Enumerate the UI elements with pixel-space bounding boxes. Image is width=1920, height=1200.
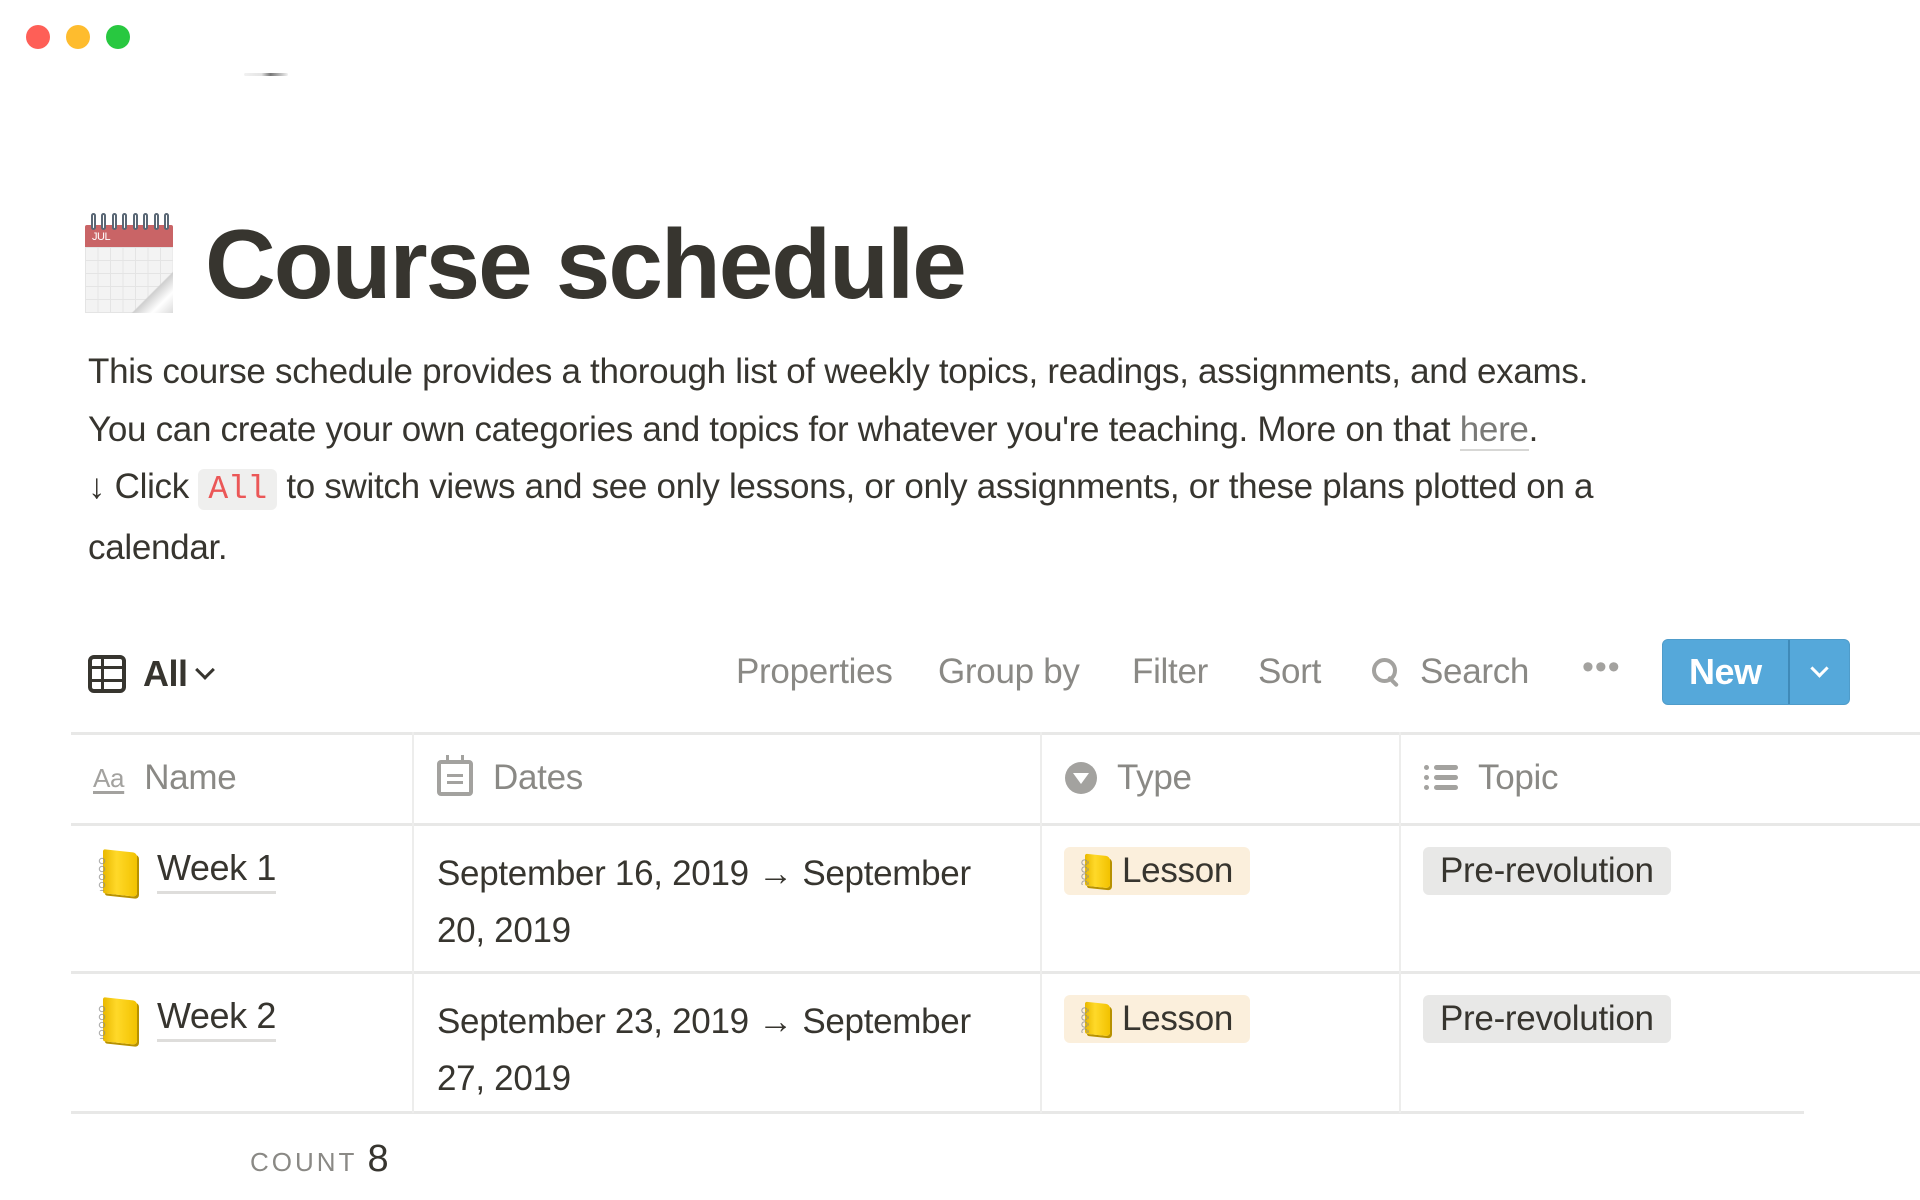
date-range-line: 27, 2019	[437, 1059, 571, 1098]
description-line-3-prefix: ↓ Click	[88, 467, 199, 506]
cell-dates[interactable]: September 16, 2019 → September 20, 2019	[437, 845, 1077, 959]
window-close-button[interactable]	[26, 25, 50, 49]
calendar-icon-rings	[91, 213, 169, 231]
cell-name: Week 2	[97, 995, 276, 1045]
inline-code-all: All	[198, 469, 277, 510]
select-property-icon	[1065, 761, 1097, 794]
search-button[interactable]: Search	[1372, 652, 1529, 692]
column-header-type[interactable]: Type	[1065, 732, 1192, 823]
here-link[interactable]: here	[1459, 409, 1529, 451]
cell-name: Week 1	[97, 847, 276, 897]
view-switcher[interactable]: All	[88, 653, 215, 694]
table-bottom-border	[71, 1111, 1804, 1114]
search-icon	[1372, 658, 1400, 686]
description-line-1: This course schedule provides a thorough…	[88, 352, 1589, 391]
filter-button[interactable]: Filter	[1132, 652, 1208, 692]
search-label: Search	[1420, 652, 1530, 691]
calendar-property-icon	[437, 754, 473, 796]
column-header-label: Name	[144, 757, 237, 797]
window-minimize-button[interactable]	[66, 25, 90, 49]
chevron-down-icon	[194, 660, 215, 680]
description-line-3-suffix: to switch views and see only lessons, or…	[276, 467, 1594, 506]
notebook-icon	[1080, 853, 1110, 889]
notebook-icon	[97, 849, 137, 897]
chevron-down-icon	[1810, 658, 1829, 678]
window-zoom-button[interactable]	[106, 25, 130, 49]
calendar-icon[interactable]: JUL	[85, 213, 173, 313]
date-range-line: September 23, 2019 → September	[437, 1002, 971, 1041]
topic-tag: Pre-revolution	[1423, 847, 1671, 895]
description-line-2-text: You can create your own categories and t…	[88, 409, 1460, 449]
date-range-line: 20, 2019	[437, 911, 571, 950]
topic-tag: Pre-revolution	[1423, 995, 1671, 1043]
sort-button[interactable]: Sort	[1258, 652, 1321, 692]
row-title-link[interactable]: Week 1	[157, 847, 276, 894]
page-cover-edge	[244, 73, 288, 76]
cell-type[interactable]: Lesson	[1064, 995, 1251, 1046]
column-header-label: Topic	[1478, 757, 1559, 797]
description-line-2-suffix: .	[1528, 409, 1539, 449]
type-tag-label: Lesson	[1122, 999, 1234, 1038]
view-label: All	[143, 653, 188, 694]
group-by-button[interactable]: Group by	[938, 652, 1080, 692]
description-line-3: ↓ Click All to switch views and see only…	[88, 458, 1788, 519]
cell-topic[interactable]: Pre-revolution	[1423, 995, 1671, 1043]
column-header-topic[interactable]: Topic	[1424, 732, 1559, 823]
new-button-group: New	[1662, 639, 1850, 705]
description-line-2: You can create your own categories and t…	[88, 401, 1788, 459]
column-header-label: Dates	[493, 757, 583, 797]
count-label: COUNT	[250, 1147, 358, 1177]
text-property-icon: Aa	[93, 762, 125, 793]
new-button[interactable]: New	[1663, 640, 1788, 704]
page-description: This course schedule provides a thorough…	[88, 343, 1788, 576]
database-toolbar: All Properties Group by Filter Sort Sear…	[88, 638, 1850, 706]
calendar-icon-curl	[131, 271, 173, 313]
date-range-line: September 16, 2019 → September	[437, 854, 971, 893]
description-line-4: calendar.	[88, 527, 228, 567]
table-count[interactable]: COUNT 8	[250, 1138, 389, 1181]
type-tag: Lesson	[1064, 995, 1251, 1043]
column-header-label: Type	[1117, 757, 1192, 797]
table-row[interactable]: Week 2 September 23, 2019 → September 27…	[71, 973, 1920, 1111]
cell-dates[interactable]: September 23, 2019 → September 27, 2019	[437, 993, 1077, 1107]
calendar-icon-month: JUL	[92, 231, 111, 243]
row-title-link[interactable]: Week 2	[157, 995, 276, 1042]
type-tag: Lesson	[1064, 847, 1251, 895]
table-icon	[88, 655, 126, 693]
column-header-name[interactable]: Aa Name	[93, 732, 237, 823]
notebook-icon	[1080, 1001, 1110, 1037]
notebook-icon	[97, 997, 137, 1045]
table-top-border	[71, 732, 1920, 735]
table-row[interactable]: Week 1 September 16, 2019 → September 20…	[71, 825, 1920, 971]
cell-type[interactable]: Lesson	[1064, 847, 1251, 898]
properties-button[interactable]: Properties	[736, 652, 893, 692]
type-tag-label: Lesson	[1122, 851, 1234, 890]
more-options-button[interactable]: •••	[1582, 648, 1621, 687]
cell-topic[interactable]: Pre-revolution	[1423, 847, 1671, 895]
page-title[interactable]: Course schedule	[205, 204, 967, 324]
multi-select-property-icon	[1424, 764, 1458, 791]
column-header-dates[interactable]: Dates	[437, 732, 583, 823]
new-dropdown-button[interactable]	[1787, 640, 1849, 704]
count-value: 8	[367, 1138, 389, 1180]
